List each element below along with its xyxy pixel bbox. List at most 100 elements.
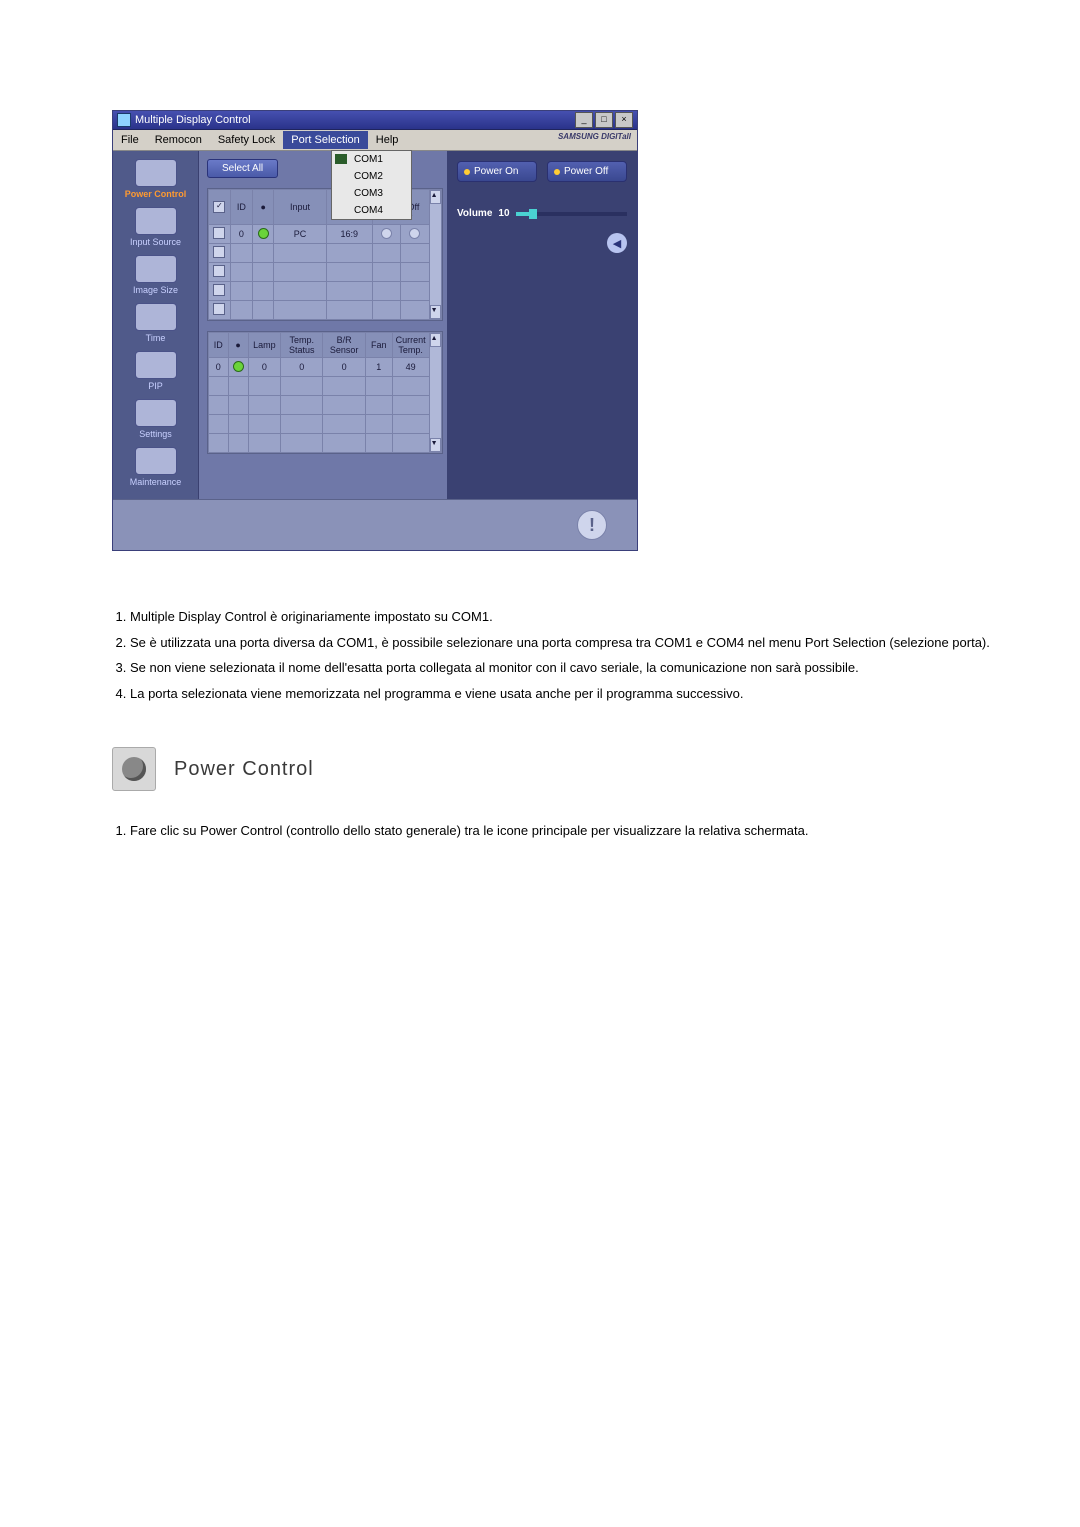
table-row[interactable] [209, 415, 430, 434]
menu-help[interactable]: Help [368, 131, 407, 149]
col-input: Input [274, 190, 326, 225]
cell-lamp: 0 [248, 358, 281, 377]
sidebar-item-label: Image Size [133, 285, 178, 295]
row-checkbox[interactable] [213, 303, 225, 315]
sidebar-item-time[interactable]: Time [113, 301, 198, 349]
table-row[interactable]: 0 PC 16:9 [209, 225, 430, 244]
power-control-icon [135, 159, 177, 187]
port-option-com4[interactable]: COM4 [332, 202, 411, 219]
sidebar-item-label: Power Control [125, 189, 187, 199]
cell-image-size: 16:9 [326, 225, 373, 244]
maintenance-icon [135, 447, 177, 475]
menu-remocon[interactable]: Remocon [147, 131, 210, 149]
sidebar-item-label: PIP [148, 381, 163, 391]
settings-icon [135, 399, 177, 427]
row-checkbox[interactable] [213, 265, 225, 277]
bullet-icon [464, 169, 470, 175]
cell-curr-temp: 49 [392, 358, 429, 377]
table-row[interactable] [209, 244, 430, 263]
port-option-com1[interactable]: COM1 [332, 151, 411, 168]
timer-off-icon [409, 228, 420, 239]
scrollbar[interactable]: ▲ ▼ [430, 189, 442, 320]
check-icon [335, 154, 347, 164]
sidebar-item-image-size[interactable]: Image Size [113, 253, 198, 301]
col-lamp: Lamp [248, 333, 281, 358]
sidebar-item-label: Settings [139, 429, 172, 439]
scroll-up-button[interactable]: ▲ [430, 190, 441, 204]
table-row[interactable] [209, 396, 430, 415]
col-id: ID [209, 333, 229, 358]
col-temp-status: Temp. Status [281, 333, 323, 358]
menu-file[interactable]: File [113, 131, 147, 149]
volume-slider[interactable] [516, 212, 627, 216]
sidebar: Power Control Input Source Image Size Ti… [113, 151, 199, 499]
table-row[interactable]: 0 0 0 0 1 49 [209, 358, 430, 377]
cell-id: 0 [209, 358, 229, 377]
power-on-button[interactable]: Power On [457, 161, 537, 182]
maximize-button[interactable]: □ [595, 112, 613, 128]
note-item: La porta selezionata viene memorizzata n… [130, 684, 1020, 704]
note-item: Se è utilizzata una porta diversa da COM… [130, 633, 1020, 653]
sidebar-item-settings[interactable]: Settings [113, 397, 198, 445]
table-row[interactable] [209, 282, 430, 301]
menu-port-selection[interactable]: Port Selection [283, 131, 367, 149]
sidebar-item-power-control[interactable]: Power Control [113, 157, 198, 205]
note-item: Se non viene selezionata il nome dell'es… [130, 658, 1020, 678]
notes-list-2: Fare clic su Power Control (controllo de… [112, 823, 1020, 838]
section-heading: Power Control [112, 747, 1020, 791]
row-checkbox[interactable] [213, 246, 225, 258]
cell-br-sensor: 0 [323, 358, 366, 377]
menu-safety-lock[interactable]: Safety Lock [210, 131, 283, 149]
close-button[interactable]: × [615, 112, 633, 128]
alert-icon: ! [577, 510, 607, 540]
app-screenshot: Multiple Display Control _ □ × File Remo… [112, 110, 638, 551]
table-row[interactable] [209, 301, 430, 320]
sidebar-item-label: Time [146, 333, 166, 343]
volume-label: Volume [457, 208, 492, 219]
table-row[interactable] [209, 434, 430, 453]
input-source-icon [135, 207, 177, 235]
sidebar-item-input-source[interactable]: Input Source [113, 205, 198, 253]
status-grid: ID ● Lamp Temp. Status B/R Sensor Fan Cu… [207, 331, 443, 454]
power-off-button[interactable]: Power Off [547, 161, 627, 182]
row-checkbox[interactable] [213, 284, 225, 296]
sidebar-item-pip[interactable]: PIP [113, 349, 198, 397]
header-checkbox[interactable] [213, 201, 225, 213]
pip-icon [135, 351, 177, 379]
minimize-button[interactable]: _ [575, 112, 593, 128]
power-on-label: Power On [474, 166, 518, 177]
status-green-icon [233, 361, 244, 372]
volume-knob[interactable] [529, 209, 537, 219]
scroll-down-button[interactable]: ▼ [430, 305, 441, 319]
section-title: Power Control [174, 758, 314, 781]
sidebar-item-maintenance[interactable]: Maintenance [113, 445, 198, 493]
col-status-icon: ● [228, 333, 248, 358]
brand-label: SAMSUNG DIGITall [558, 132, 631, 141]
speaker-icon[interactable]: ◀ [607, 233, 627, 253]
timer-on-icon [381, 228, 392, 239]
titlebar: Multiple Display Control _ □ × [113, 111, 637, 130]
status-bar: ! [113, 499, 637, 550]
app-icon [117, 113, 131, 127]
volume-value: 10 [498, 208, 509, 219]
section-icon [112, 747, 156, 791]
sidebar-item-label: Maintenance [130, 477, 182, 487]
table-row[interactable] [209, 263, 430, 282]
port-option-com3[interactable]: COM3 [332, 185, 411, 202]
note-item: Fare clic su Power Control (controllo de… [130, 823, 1020, 838]
status-green-icon [258, 228, 269, 239]
table-row[interactable] [209, 377, 430, 396]
notes-list: Multiple Display Control è originariamen… [112, 607, 1020, 703]
select-all-button[interactable]: Select All [207, 159, 278, 178]
note-item: Multiple Display Control è originariamen… [130, 607, 1020, 627]
col-fan: Fan [365, 333, 392, 358]
scroll-down-button[interactable]: ▼ [430, 438, 441, 452]
scroll-up-button[interactable]: ▲ [430, 333, 441, 347]
image-size-icon [135, 255, 177, 283]
row-checkbox[interactable] [213, 227, 225, 239]
scrollbar[interactable]: ▲ ▼ [430, 332, 442, 453]
bullet-icon [554, 169, 560, 175]
port-option-com2[interactable]: COM2 [332, 168, 411, 185]
power-off-label: Power Off [564, 166, 608, 177]
cell-id: 0 [230, 225, 252, 244]
